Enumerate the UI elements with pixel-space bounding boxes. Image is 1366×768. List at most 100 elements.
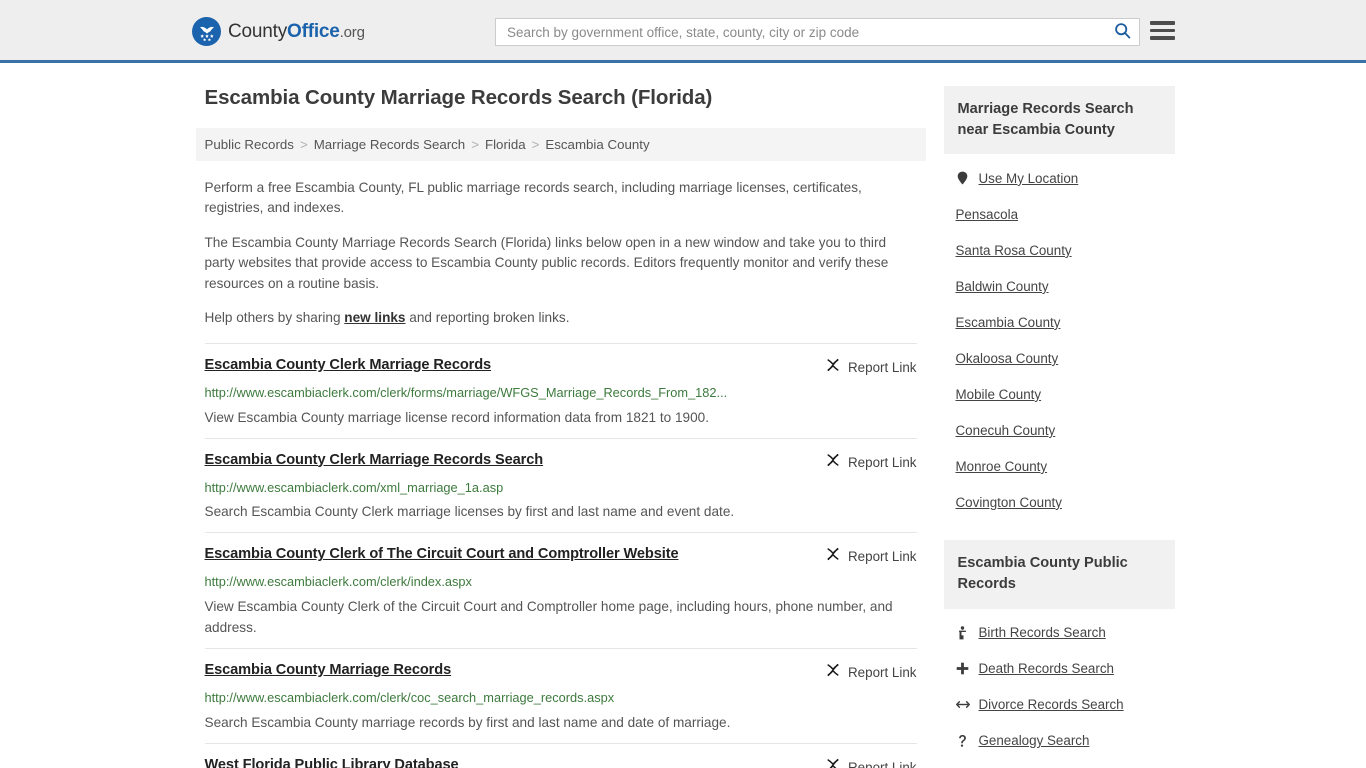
sidebar-link-label[interactable]: Escambia County bbox=[956, 315, 1061, 330]
sidebar-link-monroe-county[interactable]: Monroe County bbox=[956, 448, 1175, 484]
report-link-label: Report Link bbox=[848, 359, 917, 375]
breadcrumb-separator: > bbox=[299, 136, 308, 152]
search-input[interactable] bbox=[496, 19, 1105, 45]
sidebar-link-label[interactable]: Death Records Search bbox=[979, 661, 1114, 676]
result-title-link[interactable]: Escambia County Clerk Marriage Records S… bbox=[205, 451, 544, 471]
hamburger-bar-3 bbox=[1150, 36, 1175, 40]
breadcrumb-item-florida[interactable]: Florida bbox=[485, 137, 526, 152]
hamburger-bar-1 bbox=[1150, 21, 1175, 25]
result-header: Escambia County Clerk of The Circuit Cou… bbox=[205, 545, 917, 567]
report-link-label: Report Link bbox=[848, 454, 917, 470]
sidebar-link-conecuh-county[interactable]: Conecuh County bbox=[956, 412, 1175, 448]
search-button[interactable] bbox=[1105, 19, 1139, 45]
result-title-link[interactable]: Escambia County Marriage Records bbox=[205, 661, 452, 681]
sidebar-link-label[interactable]: Pensacola bbox=[956, 207, 1019, 222]
sidebar-link-covington-county[interactable]: Covington County bbox=[956, 484, 1175, 520]
result-url[interactable]: http://www.escambiaclerk.com/xml_marriag… bbox=[205, 479, 917, 497]
sidebar-link-death-records-search[interactable]: Death Records Search bbox=[956, 651, 1175, 687]
report-link-button[interactable]: Report Link bbox=[825, 356, 917, 378]
sidebar-link-pensacola[interactable]: Pensacola bbox=[956, 196, 1175, 232]
intro-paragraph-3: Help others by sharing new links and rep… bbox=[205, 308, 917, 329]
result-item: Escambia County Clerk Marriage Records R… bbox=[204, 342, 917, 438]
report-link-label: Report Link bbox=[848, 549, 917, 565]
report-link-label: Report Link bbox=[848, 665, 917, 681]
hamburger-menu-icon[interactable] bbox=[1150, 21, 1175, 40]
hamburger-bar-2 bbox=[1150, 28, 1175, 32]
report-link-button[interactable]: Report Link bbox=[825, 661, 917, 683]
sidebar-link-label[interactable]: Okaloosa County bbox=[956, 351, 1059, 366]
result-header: Escambia County Clerk Marriage Records R… bbox=[205, 356, 917, 378]
sidebar-link-mobile-county[interactable]: Mobile County bbox=[956, 376, 1175, 412]
baby-icon bbox=[956, 626, 970, 640]
sidebar-link-label[interactable]: Divorce Records Search bbox=[979, 697, 1124, 712]
sidebar-link-baldwin-county[interactable]: Baldwin County bbox=[956, 268, 1175, 304]
report-link-button[interactable]: Report Link bbox=[825, 545, 917, 567]
sidebar-nearby-links: Use My Location Pensacola Santa Rosa Cou… bbox=[944, 154, 1175, 520]
sidebar-public-records-section: Escambia County Public Records Birth Rec… bbox=[943, 540, 1175, 759]
broken-link-icon bbox=[825, 757, 841, 768]
new-links-link[interactable]: new links bbox=[344, 310, 405, 325]
broken-link-icon bbox=[825, 546, 841, 567]
result-header: Escambia County Marriage Records Report … bbox=[205, 661, 917, 683]
county-office-emblem-icon bbox=[192, 17, 221, 46]
logo-text-office: Office bbox=[287, 20, 340, 42]
sidebar-link-label[interactable]: Mobile County bbox=[956, 387, 1042, 402]
broken-link-icon bbox=[825, 452, 841, 473]
question-mark-icon bbox=[956, 734, 970, 748]
broken-link-icon bbox=[825, 662, 841, 683]
use-my-location-row[interactable]: Use My Location bbox=[956, 160, 1175, 196]
result-title-link[interactable]: Escambia County Clerk Marriage Records bbox=[205, 356, 492, 376]
report-link-label: Report Link bbox=[848, 760, 917, 768]
sidebar-link-label[interactable]: Covington County bbox=[956, 495, 1062, 510]
breadcrumb: Public Records > Marriage Records Search… bbox=[195, 127, 926, 161]
sidebar-public-records-heading: Escambia County Public Records bbox=[943, 540, 1175, 609]
breadcrumb-item-public-records[interactable]: Public Records bbox=[205, 137, 294, 152]
intro-paragraph-2: The Escambia County Marriage Records Sea… bbox=[204, 234, 889, 291]
intro-text-before-link: Help others by sharing bbox=[204, 310, 345, 326]
sidebar-link-label[interactable]: Monroe County bbox=[956, 459, 1048, 474]
page-body: Escambia County Marriage Records Search … bbox=[0, 63, 1366, 768]
sidebar: Marriage Records Search near Escambia Co… bbox=[943, 86, 1175, 759]
main-column: Escambia County Marriage Records Search … bbox=[195, 86, 926, 768]
breadcrumb-separator: > bbox=[531, 136, 540, 152]
sidebar-link-genealogy-search[interactable]: Genealogy Search bbox=[956, 723, 1175, 759]
intro-text-after-link: and reporting broken links. bbox=[405, 310, 570, 326]
breadcrumb-item-marriage-records-search[interactable]: Marriage Records Search bbox=[314, 137, 466, 152]
page-title: Escambia County Marriage Records Search … bbox=[204, 86, 713, 109]
sidebar-link-label[interactable]: Conecuh County bbox=[956, 423, 1056, 438]
result-url[interactable]: http://www.escambiaclerk.com/clerk/coc_s… bbox=[205, 689, 917, 707]
result-description: View Escambia County Clerk of the Circui… bbox=[204, 599, 893, 636]
report-link-button[interactable]: Report Link bbox=[825, 451, 917, 473]
result-item: Escambia County Clerk Marriage Records S… bbox=[204, 437, 917, 533]
result-item: Escambia County Clerk of The Circuit Cou… bbox=[204, 532, 917, 648]
breadcrumb-item-escambia-county[interactable]: Escambia County bbox=[545, 137, 649, 152]
sidebar-link-santa-rosa-county[interactable]: Santa Rosa County bbox=[956, 232, 1175, 268]
use-my-location-link[interactable]: Use My Location bbox=[979, 171, 1079, 186]
result-url[interactable]: http://www.escambiaclerk.com/clerk/forms… bbox=[205, 384, 917, 402]
intro-paragraph-1: Perform a free Escambia County, FL publi… bbox=[204, 179, 862, 216]
sidebar-link-label[interactable]: Birth Records Search bbox=[979, 625, 1106, 640]
search-icon bbox=[1114, 22, 1131, 42]
breadcrumb-separator: > bbox=[471, 136, 479, 152]
sidebar-link-okaloosa-county[interactable]: Okaloosa County bbox=[956, 340, 1175, 376]
sidebar-link-label[interactable]: Santa Rosa County bbox=[956, 243, 1072, 258]
sidebar-link-label[interactable]: Genealogy Search bbox=[979, 733, 1090, 748]
result-header: West Florida Public Library Database Rep… bbox=[205, 756, 917, 768]
sidebar-link-divorce-records-search[interactable]: Divorce Records Search bbox=[955, 687, 1175, 723]
result-header: Escambia County Clerk Marriage Records S… bbox=[205, 451, 917, 473]
sidebar-link-birth-records-search[interactable]: Birth Records Search bbox=[956, 615, 1175, 651]
report-link-button[interactable]: Report Link bbox=[825, 756, 917, 768]
search-bar[interactable] bbox=[495, 18, 1140, 46]
broken-link-icon bbox=[825, 357, 841, 378]
site-logo-text: CountyOffice.org bbox=[228, 21, 365, 43]
sidebar-link-label[interactable]: Baldwin County bbox=[956, 279, 1049, 294]
results-list: Escambia County Clerk Marriage Records R… bbox=[196, 342, 926, 768]
sidebar-link-escambia-county[interactable]: Escambia County bbox=[956, 304, 1175, 340]
site-logo[interactable]: CountyOffice.org bbox=[192, 17, 365, 46]
content-grid: Escambia County Marriage Records Search … bbox=[195, 86, 1175, 768]
logo-text-county: County bbox=[228, 20, 288, 42]
result-title-link[interactable]: West Florida Public Library Database bbox=[205, 756, 459, 768]
result-title-link[interactable]: Escambia County Clerk of The Circuit Cou… bbox=[205, 545, 679, 565]
logo-text-org: .org bbox=[339, 23, 365, 41]
result-url[interactable]: http://www.escambiaclerk.com/clerk/index… bbox=[205, 573, 917, 591]
